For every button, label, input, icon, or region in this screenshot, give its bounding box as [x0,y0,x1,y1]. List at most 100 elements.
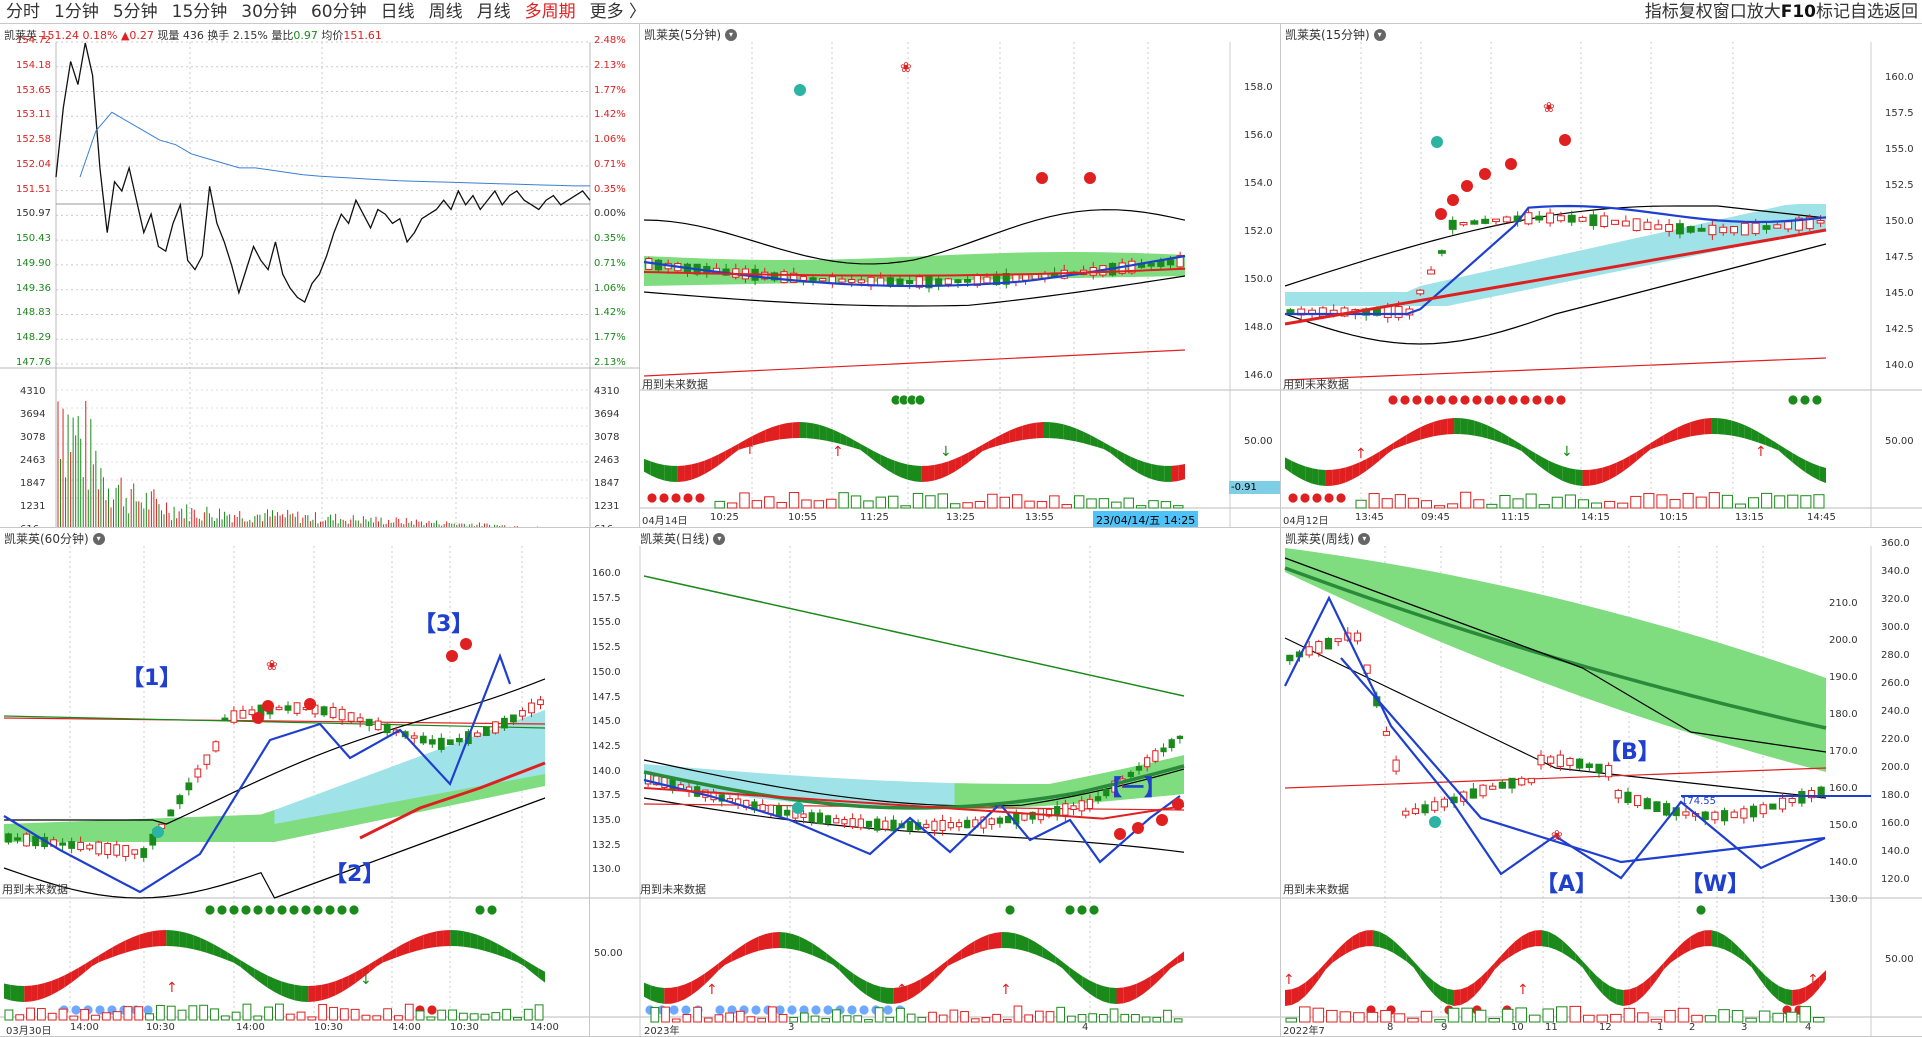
candle-body [1416,289,1425,295]
weekly-title[interactable]: 凯莱英(周线) ▾ [1285,530,1371,547]
oscillator-segment [785,932,793,950]
fifteen-minute-title[interactable]: 凯莱英(15分钟) ▾ [1285,26,1386,43]
oscillator-segment [1137,459,1145,477]
oscillator-segment [1690,419,1698,437]
sixty-minute-title[interactable]: 凯莱英(60分钟) ▾ [4,530,105,547]
price-tick-label: 150.0 [592,666,621,678]
momentum-bar [714,500,725,509]
candle-body [1762,225,1771,230]
chevron-down-icon[interactable]: ▾ [1373,28,1386,41]
future-data-note: 用到未来数据 [642,378,708,391]
period-tab[interactable]: 更多 〉 [590,2,646,22]
daily-title[interactable]: 凯莱英(日线) ▾ [640,530,726,547]
candle-body [906,820,914,832]
oscillator-segment [772,424,780,441]
tool-tab[interactable]: 窗口 [1713,2,1747,22]
oscillator-segment [389,947,397,961]
candle-body [1546,212,1555,224]
sixty-minute-panel[interactable]: ❀ ↑ ↓ 凯莱英(60分钟) ▾ 用到未来数据 【1】 【2】 【3】 03月30日… [0,528,590,1037]
period-tab[interactable]: 月线 [477,2,511,22]
butterfly-icon: ❀ [900,60,912,76]
oscillator-segment [132,934,140,951]
period-tab[interactable]: 周线 [429,2,463,22]
oscillator-segment [819,948,827,962]
candle-body [428,739,436,745]
oscillator-segment [1063,424,1071,441]
candle-body [86,844,94,850]
period-tab[interactable]: 1分钟 [54,2,99,22]
fifteen-minute-panel[interactable]: ❀ ↑ ↓ ↑ 凯莱英(15分钟) ▾ 用到未来数据 160.0 157.5 155.0 15… [1281,24,1922,528]
tool-tab[interactable]: 标记 [1816,2,1850,22]
intraday-panel[interactable]: 凯莱英 151.24 0.18% ▲0.27 现量 436 换手 2.15% 量… [0,24,640,528]
oscillator-segment [146,931,153,948]
chevron-down-icon[interactable]: ▾ [725,28,737,41]
oscillator-segment [1406,953,1414,968]
oscillator-segment [1325,469,1333,486]
tool-tab[interactable]: 返回 [1884,2,1918,22]
tool-tab[interactable]: F10 [1781,2,1816,22]
candle-body [1144,757,1151,768]
five-minute-panel[interactable]: ❀ ↑ ↑ ↓ 凯莱英(5分钟) ▾ 用到未来数据 23/04/14/五 14:25 -… [640,24,1281,528]
candle-body [1479,784,1487,797]
oscillator-segment [1285,989,1292,1006]
tool-tab[interactable]: 指标 [1645,2,1679,22]
tool-tab[interactable]: 复权 [1679,2,1713,22]
oscillator-segment [1291,460,1299,478]
chevron-down-icon[interactable]: ▾ [92,532,105,545]
candle-body [131,849,139,855]
momentum-bar [960,1011,969,1023]
momentum-bar [415,1010,425,1021]
period-tab[interactable]: 日线 [381,2,415,22]
candle-body [780,271,788,284]
period-tab[interactable]: 15分钟 [172,2,228,22]
wave-label-W: 【W】 [1681,872,1750,897]
oscillator-segment [396,944,403,958]
momentum-bar [1528,1014,1541,1023]
momentum-bar [776,501,787,509]
oscillator-segment [860,977,867,996]
tool-tab[interactable]: 自选 [1850,2,1884,22]
oscillator-segment [914,465,922,482]
oscillator-segment [91,955,99,967]
time-tick-label: 14:00 [236,1022,265,1033]
oscillator-segment [1744,953,1752,968]
oscillator-segment [78,963,86,978]
oscillator-segment [416,934,424,951]
period-tab[interactable]: 30分钟 [241,2,297,22]
momentum-bar [725,1012,734,1023]
daily-title-text: 凯莱英(日线) [640,532,710,546]
period-tab[interactable]: 5分钟 [113,2,158,22]
period-tab[interactable]: 分时 [6,2,40,22]
candle-body [890,819,897,832]
oscillator-segment [1062,961,1070,976]
oscillator-segment [213,944,221,958]
candle-body [1719,226,1728,234]
oscillator-segment [1609,462,1617,480]
candle-body [1394,306,1403,318]
up-arrow-icon: ↑ [744,442,756,458]
momentum-bar [1669,499,1681,509]
chevron-down-icon[interactable]: ▾ [1358,532,1371,545]
candle-body [1749,805,1758,818]
oscillator-segment [348,971,356,988]
pct-tick-label: 2.13% [594,59,626,71]
oscillator-segment [799,422,807,439]
chevron-down-icon[interactable]: ▾ [713,532,726,545]
signal-badge [1311,492,1323,504]
five-minute-title[interactable]: 凯莱英(5分钟) ▾ [644,26,737,43]
period-tab[interactable]: 60分钟 [311,2,367,22]
period-tab[interactable]: 多周期 [525,2,576,22]
momentum-bar [832,1009,841,1023]
oscillator-segment [294,984,302,1002]
tool-tab[interactable]: 放大 [1747,2,1781,22]
momentum-bar [842,1015,852,1023]
daily-panel[interactable]: ↑ ↑ ↑ 凯莱英(日线) ▾ 用到未来数据 【一】 160.0 157.5 155.0 1… [590,528,1281,1037]
momentum-bar [1381,498,1393,509]
oscillator-segment [1157,465,1165,482]
daily-chart: ↑ ↑ ↑ [590,546,1280,1036]
candle-body [140,848,148,858]
weekly-panel[interactable]: ❀ ↑ ↑ ↑ 凯莱英(周线) ▾ 用到未来数据 【B】 【A】 【W】 174.55 … [1281,528,1922,1037]
candle-body [1653,801,1661,813]
candle-body [510,714,517,723]
momentum-bar [123,1006,133,1021]
